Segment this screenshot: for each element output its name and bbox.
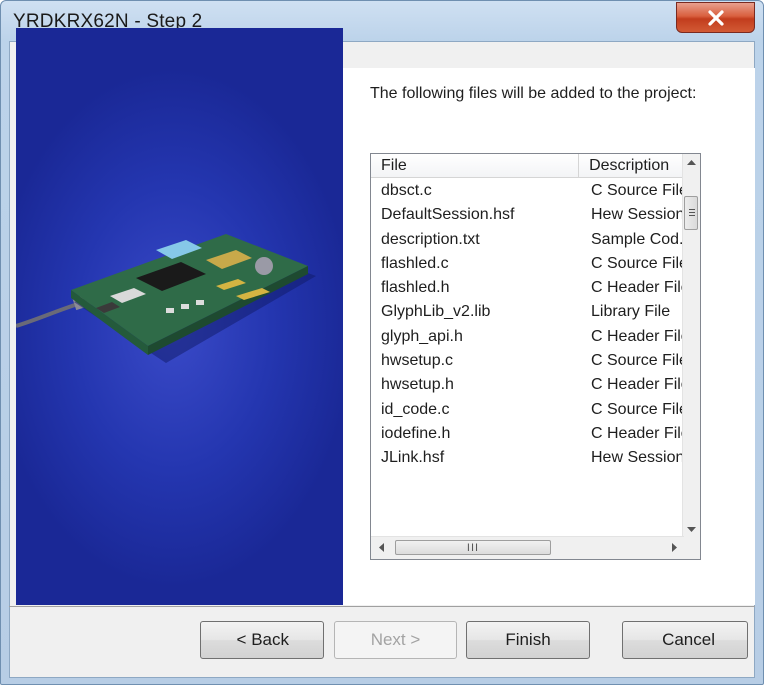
table-row[interactable]: JLink.hsf Hew Session — [371, 446, 700, 470]
table-row[interactable]: hwsetup.c C Source File — [371, 349, 700, 373]
cancel-button[interactable]: Cancel — [622, 621, 748, 659]
arrow-right-icon — [671, 543, 677, 552]
cell-file: id_code.c — [381, 400, 450, 418]
close-x-icon — [707, 9, 724, 26]
scroll-left-button[interactable] — [373, 539, 390, 556]
side-banner — [16, 28, 343, 605]
table-row[interactable]: description.txt Sample Cod.. — [371, 228, 700, 252]
cell-file: JLink.hsf — [381, 449, 445, 467]
cell-file: hwsetup.h — [381, 376, 454, 394]
next-button[interactable]: Next > — [334, 621, 457, 659]
content-panel: The following files will be added to the… — [343, 68, 755, 605]
cell-file: glyph_api.h — [381, 327, 463, 345]
file-rows: dbsct.c C Source File DefaultSession.hsf H… — [371, 179, 700, 471]
horizontal-scrollbar[interactable]: III — [371, 536, 684, 559]
arrow-left-icon — [378, 543, 384, 552]
intro-text: The following files will be added to the… — [370, 85, 697, 102]
scroll-up-button[interactable] — [683, 154, 700, 171]
arrow-down-icon — [687, 526, 696, 532]
close-button[interactable] — [676, 2, 755, 33]
cell-file: hwsetup.c — [381, 352, 454, 370]
table-row[interactable]: hwsetup.h C Header File — [371, 373, 700, 397]
table-row[interactable]: DefaultSession.hsf Hew Session — [371, 203, 700, 227]
scroll-down-button[interactable] — [683, 520, 700, 537]
table-row[interactable]: dbsct.c C Source File — [371, 179, 700, 203]
scrollbar-corner — [683, 537, 700, 559]
vertical-scrollbar[interactable] — [682, 154, 700, 537]
table-row[interactable]: GlyphLib_v2.lib Library File — [371, 300, 700, 324]
wizard-window: YRDKRX62N - Step 2 The following files w… — [0, 0, 764, 685]
finish-button[interactable]: Finish — [466, 621, 590, 659]
file-listview[interactable]: File Description dbsct.c C Source File De… — [370, 153, 701, 560]
table-row[interactable]: glyph_api.h C Header File — [371, 325, 700, 349]
dev-board-image — [16, 234, 316, 363]
table-row[interactable]: id_code.c C Source File — [371, 398, 700, 422]
column-header-file[interactable]: File — [371, 154, 580, 178]
back-button[interactable]: < Back — [200, 621, 324, 659]
listview-header: File Description — [371, 154, 700, 179]
table-row[interactable]: flashled.h C Header File — [371, 276, 700, 300]
button-divider — [9, 606, 755, 607]
arrow-up-icon — [687, 159, 696, 165]
cell-file: dbsct.c — [381, 182, 432, 199]
cell-file: GlyphLib_v2.lib — [381, 303, 491, 321]
cell-file: description.txt — [381, 230, 480, 248]
table-row[interactable]: flashled.c C Source File — [371, 252, 700, 276]
vertical-scroll-thumb[interactable] — [684, 196, 698, 230]
table-row[interactable]: iodefine.h C Header File — [371, 422, 700, 446]
cell-file: DefaultSession.hsf — [381, 206, 515, 224]
cell-file: flashled.c — [381, 254, 449, 272]
cell-file: flashled.h — [381, 279, 450, 297]
horizontal-scroll-thumb[interactable]: III — [395, 540, 551, 555]
scroll-right-button[interactable] — [665, 539, 682, 556]
cell-file: iodefine.h — [381, 424, 451, 442]
